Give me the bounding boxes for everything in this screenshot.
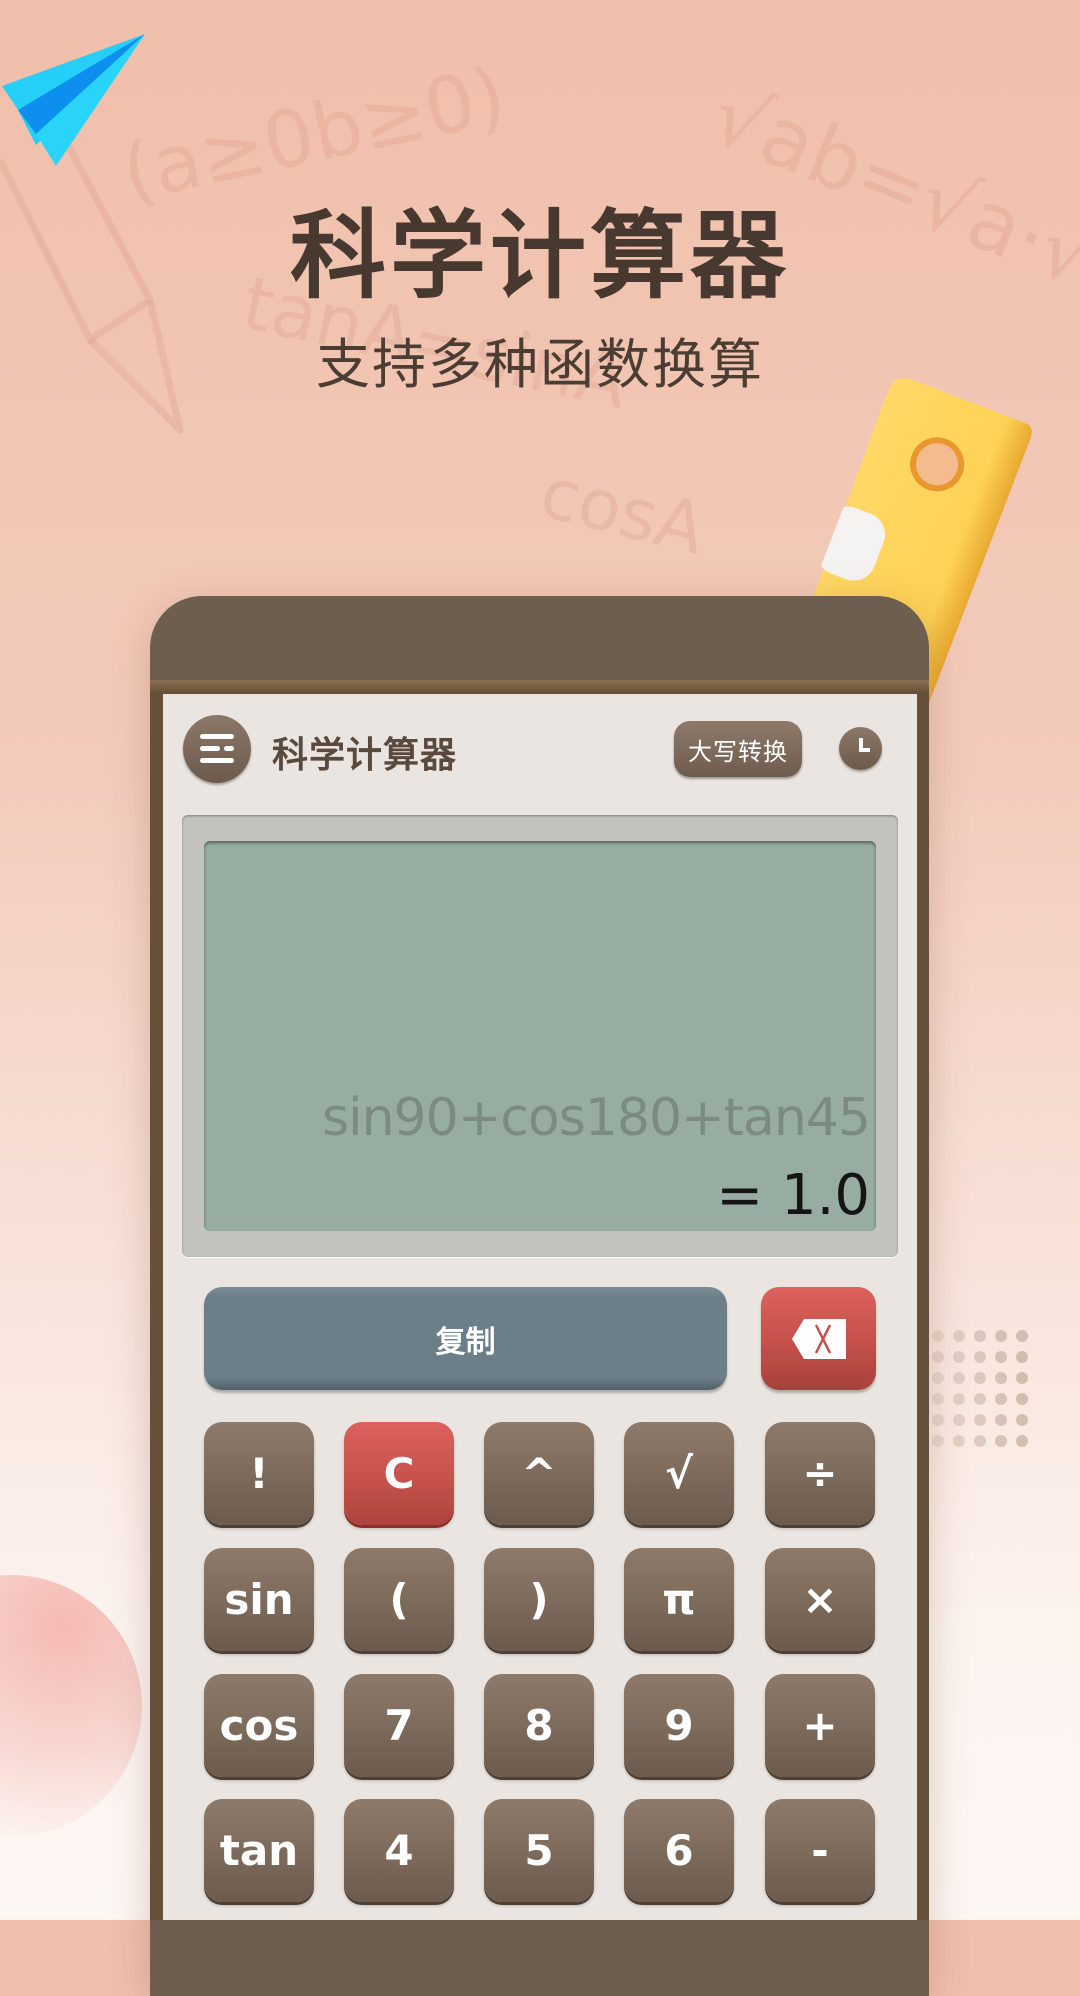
dot	[953, 1393, 965, 1405]
menu-button[interactable]	[183, 715, 251, 783]
dot	[995, 1372, 1007, 1384]
key-digit-9[interactable]: 9	[624, 1674, 734, 1777]
key-sin[interactable]: sin	[204, 1548, 314, 1651]
dot	[1016, 1435, 1028, 1447]
key-digit-7[interactable]: 7	[344, 1674, 454, 1777]
key-open-paren[interactable]: (	[344, 1548, 454, 1651]
dot	[953, 1435, 965, 1447]
key-divide[interactable]: ÷	[765, 1422, 875, 1525]
dot	[932, 1372, 944, 1384]
dot	[974, 1330, 986, 1342]
bg-formula-cos: cosA	[532, 451, 714, 571]
dot	[974, 1414, 986, 1426]
expression-text: sin90+cos180+tan45	[322, 1088, 871, 1148]
dot	[974, 1351, 986, 1363]
key-digit-5[interactable]: 5	[484, 1799, 594, 1902]
backspace-icon	[791, 1318, 846, 1359]
dot	[932, 1330, 944, 1342]
dot	[995, 1351, 1007, 1363]
dot	[1016, 1372, 1028, 1384]
dot	[995, 1435, 1007, 1447]
key-power[interactable]: ^	[484, 1422, 594, 1525]
key-digit-8[interactable]: 8	[484, 1674, 594, 1777]
dot	[974, 1372, 986, 1384]
promo-headline: 科学计算器	[290, 199, 790, 312]
paper-plane-icon	[2, 34, 145, 166]
dot	[1016, 1393, 1028, 1405]
calculator-frame-left	[150, 694, 163, 1920]
key-digit-4[interactable]: 4	[344, 1799, 454, 1902]
calculator-frame-right	[917, 694, 929, 1920]
key-cos[interactable]: cos	[204, 1674, 314, 1777]
copy-button[interactable]: 复制	[204, 1287, 727, 1390]
dot	[974, 1393, 986, 1405]
dot	[995, 1414, 1007, 1426]
key-clear[interactable]: C	[344, 1422, 454, 1525]
key-close-paren[interactable]: )	[484, 1548, 594, 1651]
dot	[1016, 1351, 1028, 1363]
dots-decoration	[932, 1330, 1032, 1450]
calculator-frame-strip	[150, 680, 929, 694]
key-minus[interactable]: -	[765, 1799, 875, 1902]
dot	[932, 1414, 944, 1426]
menu-icon	[200, 734, 234, 764]
key-tan[interactable]: tan	[204, 1799, 314, 1902]
result-text: = 1.0	[716, 1163, 870, 1228]
history-button[interactable]	[839, 727, 882, 770]
circle-decoration	[0, 1575, 142, 1837]
dot	[932, 1435, 944, 1447]
dot	[932, 1393, 944, 1405]
dot	[932, 1351, 944, 1363]
key-digit-6[interactable]: 6	[624, 1799, 734, 1902]
dot	[995, 1330, 1007, 1342]
key-sqrt[interactable]: √	[624, 1422, 734, 1525]
dot	[953, 1351, 965, 1363]
dot	[1016, 1414, 1028, 1426]
dot	[953, 1330, 965, 1342]
dot	[953, 1414, 965, 1426]
uppercase-convert-button[interactable]: 大写转换	[674, 721, 802, 777]
key-factorial[interactable]: !	[204, 1422, 314, 1525]
dot	[1016, 1330, 1028, 1342]
key-plus[interactable]: +	[765, 1674, 875, 1777]
dot	[974, 1435, 986, 1447]
key-pi[interactable]: π	[624, 1548, 734, 1651]
app-title: 科学计算器	[272, 735, 458, 776]
dot	[995, 1393, 1007, 1405]
backspace-button[interactable]	[761, 1287, 876, 1390]
dot	[953, 1372, 965, 1384]
key-multiply[interactable]: ×	[765, 1548, 875, 1651]
